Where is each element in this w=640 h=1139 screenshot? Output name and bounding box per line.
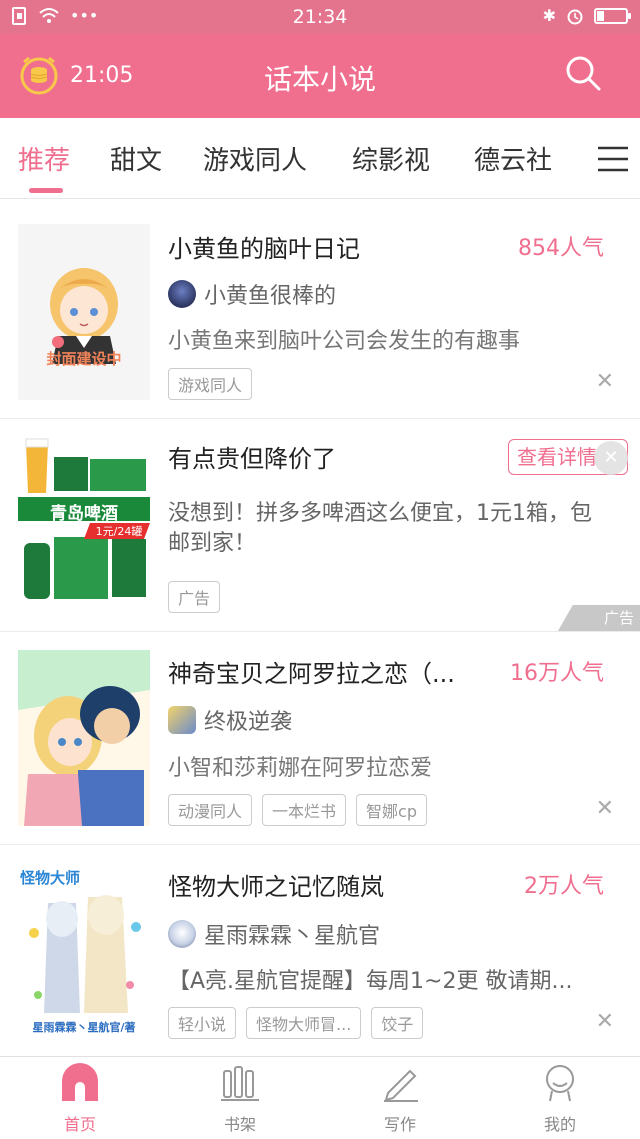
dismiss-button[interactable]: ✕ — [596, 1009, 614, 1034]
story-cover[interactable]: 封面建设中 — [18, 224, 150, 400]
active-tab-indicator — [29, 188, 63, 193]
close-icon: ✕ — [595, 369, 614, 394]
nav-bookshelf[interactable]: 书架 — [160, 1063, 320, 1135]
story-title[interactable]: 神奇宝贝之阿罗拉之恋（... — [168, 654, 488, 689]
popularity-count: 854人气 — [518, 236, 604, 261]
story-title[interactable]: 小黄鱼的脑叶日记 — [168, 229, 488, 264]
category-tabs: 推荐 甜文 游戏同人 综影视 德云社 — [0, 118, 640, 199]
anime-girl-placeholder-image — [50, 268, 118, 364]
ad-corner-label: 广告 — [558, 605, 640, 631]
ad-image[interactable]: 青岛啤酒 1元/24罐 — [18, 435, 150, 611]
tag-list: 动漫同人 一本烂书 智娜cp — [168, 794, 427, 826]
bluetooth-icon: ✱ — [542, 6, 556, 25]
author-row[interactable]: 终极逆袭 — [168, 704, 292, 736]
story-description: 【A亮.星航官提醒】每周1~2更 敬请期... — [168, 969, 573, 994]
tag[interactable]: 轻小说 — [168, 1007, 237, 1039]
ad-close-button[interactable]: ✕ — [594, 441, 628, 475]
search-icon — [566, 56, 601, 91]
author-row[interactable]: 小黄鱼很棒的 — [168, 278, 336, 310]
status-bar: ••• 21:34 ✱ — [0, 0, 640, 34]
menu-icon — [598, 146, 628, 172]
nav-profile[interactable]: 我的 — [480, 1063, 640, 1135]
tag[interactable]: 动漫同人 — [168, 794, 253, 826]
nav-write-label: 写作 — [383, 1115, 416, 1134]
tag-list: 广告 — [168, 581, 221, 613]
search-button[interactable] — [564, 54, 602, 96]
story-cover[interactable] — [18, 650, 150, 826]
ad-tag: 广告 — [168, 581, 221, 613]
popularity-count: 2万人气 — [524, 874, 604, 899]
user-profile-icon — [546, 1065, 574, 1102]
author-avatar — [168, 280, 196, 308]
story-card[interactable]: 神奇宝贝之阿罗拉之恋（... 16万人气 终极逆袭 小智和莎莉娜在阿罗拉恋爱 动… — [0, 632, 640, 845]
cover-title-text: 怪物大师 — [20, 869, 81, 887]
bottom-navigation: 首页 书架 写作 我的 — [0, 1056, 640, 1139]
status-right-icons: ✱ — [542, 6, 631, 25]
story-description: 小黄鱼来到脑叶公司会发生的有趣事 — [168, 329, 521, 354]
ad-title[interactable]: 有点贵但降价了 — [168, 439, 488, 474]
tag-list: 游戏同人 — [168, 368, 253, 400]
ad-description: 没想到！拼多多啤酒这么便宜，1元1箱，包邮到家！ — [168, 501, 592, 556]
tab-sweet[interactable]: 甜文 — [110, 140, 162, 177]
story-card[interactable]: 怪物大师 星雨霖霖丶星航官/著 怪物大师之记忆随岚 2万人气 星雨霖霖丶星航官 … — [0, 845, 640, 1055]
tag[interactable]: 游戏同人 — [168, 368, 253, 400]
author-name: 终极逆袭 — [204, 710, 293, 735]
tab-film-tv[interactable]: 综影视 — [352, 140, 430, 177]
ad-price-tag: 1元/24罐 — [95, 525, 143, 538]
ad-corner-text: 广告 — [603, 609, 634, 627]
story-title[interactable]: 怪物大师之记忆随岚 — [168, 867, 488, 902]
home-icon — [62, 1063, 98, 1101]
app-bar: 21:05 话本小说 — [0, 34, 640, 118]
story-description: 小智和莎莉娜在阿罗拉恋爱 — [168, 756, 433, 781]
dismiss-button[interactable]: ✕ — [596, 369, 614, 394]
story-cover[interactable]: 怪物大师 星雨霖霖丶星航官/著 — [18, 863, 150, 1039]
cover-placeholder-text: 封面建设中 — [46, 350, 122, 368]
cover-credit-text: 星雨霖霖丶星航官/著 — [32, 1021, 136, 1034]
tab-recommend[interactable]: 推荐 — [18, 140, 70, 177]
nav-write[interactable]: 写作 — [320, 1063, 480, 1135]
close-icon: ✕ — [595, 796, 614, 821]
author-avatar — [168, 706, 196, 734]
battery-icon — [594, 7, 631, 24]
anime-couple-cover-image — [18, 650, 150, 826]
tag[interactable]: 怪物大师冒... — [246, 1007, 362, 1039]
tag[interactable]: 一本烂书 — [262, 794, 347, 826]
alarm-icon — [567, 9, 583, 24]
author-name: 星雨霖霖丶星航官 — [204, 924, 381, 949]
nav-home[interactable]: 首页 — [0, 1063, 160, 1135]
popularity-count: 16万人气 — [510, 661, 604, 686]
story-card[interactable]: 封面建设中 小黄鱼的脑叶日记 854人气 小黄鱼很棒的 小黄鱼来到脑叶公司会发生… — [0, 211, 640, 419]
author-avatar — [168, 920, 196, 948]
bookshelf-icon — [221, 1066, 259, 1101]
pencil-icon — [384, 1069, 418, 1102]
app-title: 话本小说 — [263, 63, 376, 96]
tab-deyunshe[interactable]: 德云社 — [474, 140, 552, 177]
ad-brand-banner: 青岛啤酒 — [50, 504, 118, 524]
anime-character-cover-image — [18, 863, 150, 1039]
tag[interactable]: 饺子 — [371, 1007, 424, 1039]
close-icon: ✕ — [603, 447, 619, 468]
nav-profile-label: 我的 — [543, 1115, 576, 1134]
author-row[interactable]: 星雨霖霖丶星航官 — [168, 918, 380, 950]
nav-bookshelf-label: 书架 — [223, 1115, 256, 1134]
author-name: 小黄鱼很棒的 — [204, 284, 337, 309]
tag[interactable]: 智娜cp — [356, 794, 427, 826]
nav-home-label: 首页 — [63, 1115, 96, 1134]
close-icon: ✕ — [595, 1009, 614, 1034]
dismiss-button[interactable]: ✕ — [596, 796, 614, 821]
tag-list: 轻小说 怪物大师冒... 饺子 — [168, 1007, 424, 1039]
tab-game-fanfic[interactable]: 游戏同人 — [203, 140, 307, 177]
tab-menu-button[interactable] — [598, 146, 628, 176]
ad-card[interactable]: 青岛啤酒 1元/24罐 有点贵但降价了 查看详情 ✕ 没想到！拼多多啤酒这么便宜… — [0, 419, 640, 632]
